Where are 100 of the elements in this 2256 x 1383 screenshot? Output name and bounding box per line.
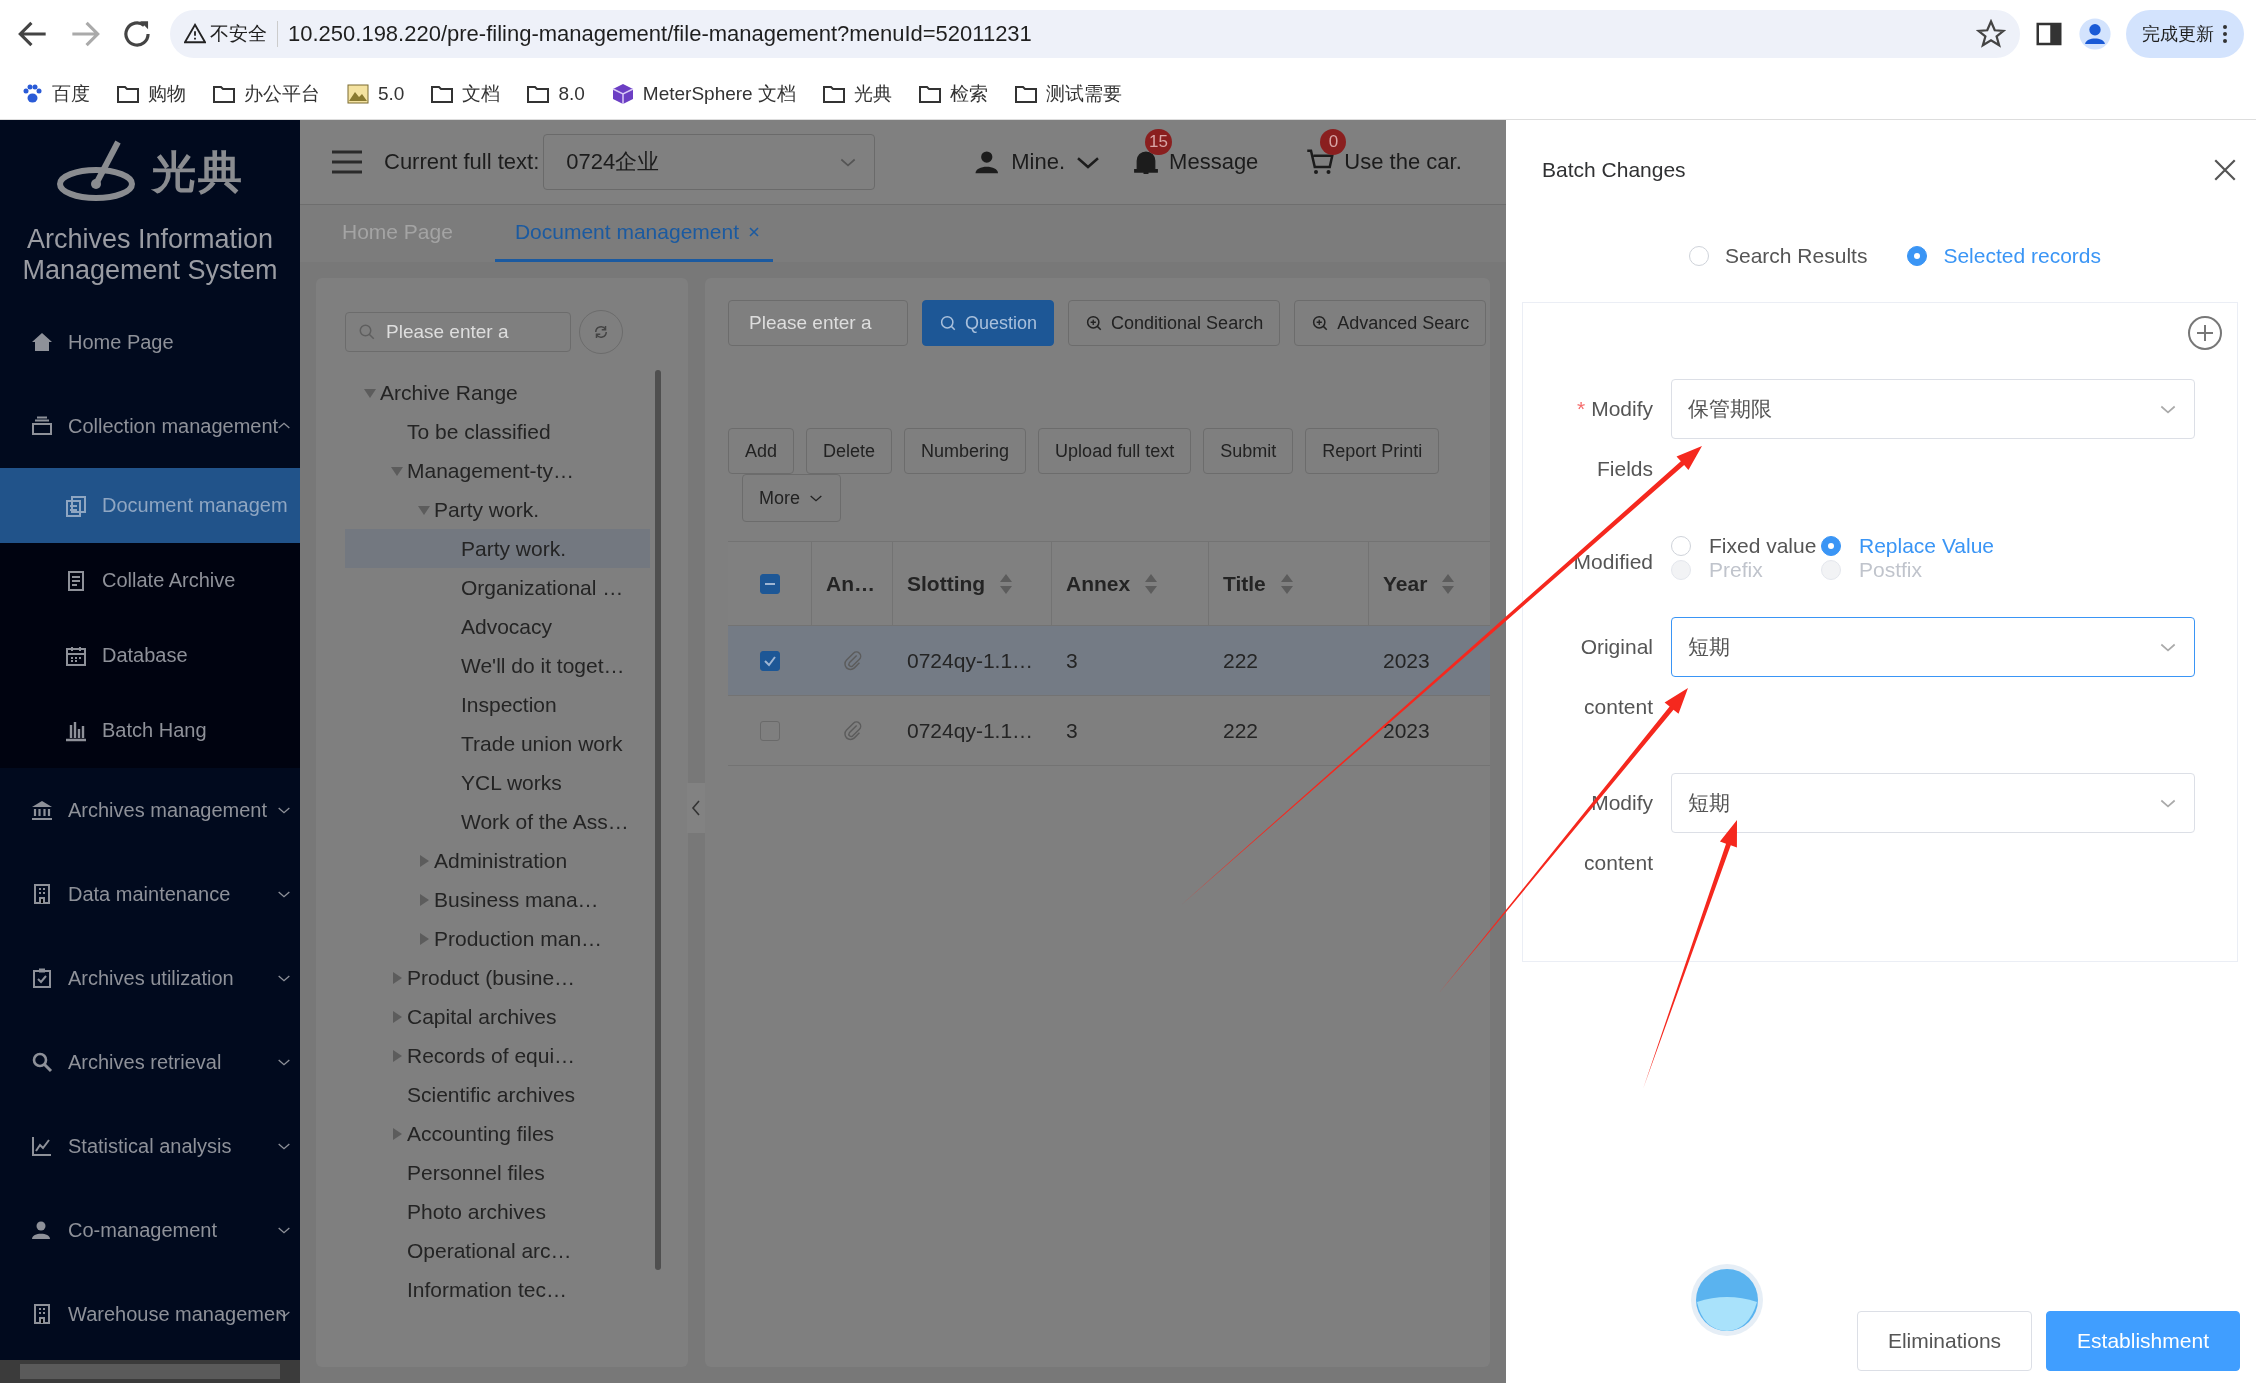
tree-item[interactable]: Business mana…	[345, 880, 650, 919]
scrollbar[interactable]	[655, 370, 661, 1270]
select-field[interactable]: 短期	[1671, 617, 2195, 677]
select-field[interactable]: 保管期限	[1671, 379, 2195, 439]
menu-item[interactable]: Data maintenance	[0, 852, 300, 936]
tree-item[interactable]: We'll do it toget…	[345, 646, 650, 685]
select-field[interactable]: 短期	[1671, 773, 2195, 833]
menu-item[interactable]: Archives retrieval	[0, 1020, 300, 1104]
menu-item[interactable]: Database	[0, 618, 300, 693]
menu-item[interactable]: Statistical analysis	[0, 1104, 300, 1188]
tree-item[interactable]: Party work.	[345, 490, 650, 529]
tree-item[interactable]: Management-ty…	[345, 451, 650, 490]
column-header[interactable]: An…	[826, 571, 875, 596]
floating-ball-icon[interactable]	[1689, 1262, 1765, 1338]
menu-item[interactable]: Collection management	[0, 384, 300, 468]
menu-item[interactable]: Archives management	[0, 768, 300, 852]
menu-item[interactable]: Archives utilization	[0, 936, 300, 1020]
option-radio[interactable]: Replace Value	[1821, 535, 2021, 557]
security-warning[interactable]: 不安全	[184, 21, 278, 47]
tree-item[interactable]: Trade union work	[345, 724, 650, 763]
menu-item[interactable]: Collate Archive	[0, 543, 300, 618]
tree-item[interactable]: Accounting files	[345, 1114, 650, 1153]
bookmark[interactable]: 8.0	[526, 82, 585, 105]
scope-radio[interactable]: Selected records	[1907, 244, 2101, 268]
tree-item[interactable]: Operational arc…	[345, 1231, 650, 1270]
tree-item[interactable]: Inspection	[345, 685, 650, 724]
row-checkbox[interactable]	[760, 650, 780, 671]
search-button[interactable]: Conditional Search	[1068, 300, 1281, 346]
search-field[interactable]: Please enter a	[728, 300, 908, 346]
profile-icon[interactable]	[2078, 17, 2112, 51]
action-button[interactable]: Submit	[1203, 428, 1294, 474]
menu-item[interactable]: Batch Hang	[0, 693, 300, 768]
action-button[interactable]: Report Printi	[1305, 428, 1440, 474]
bookmark[interactable]: 检索	[917, 80, 988, 107]
menu-item[interactable]: Document managem	[0, 468, 300, 543]
menu-item[interactable]: Co-management	[0, 1188, 300, 1272]
cancel-button[interactable]: Eliminations	[1856, 1311, 2033, 1371]
tree-item[interactable]: Scientific archives	[345, 1075, 650, 1114]
tree-item[interactable]: Organizational …	[345, 568, 650, 607]
confirm-button[interactable]: Establishment	[2046, 1311, 2240, 1371]
tree-item[interactable]: Capital archives	[345, 997, 650, 1036]
bookmark[interactable]: 光典	[821, 80, 892, 107]
bookmark[interactable]: 5.0	[346, 82, 405, 105]
tree-item[interactable]: Advocacy	[345, 607, 650, 646]
bookmark[interactable]: 购物	[116, 80, 186, 107]
scrollbar[interactable]	[0, 1360, 300, 1383]
add-icon[interactable]	[2187, 315, 2223, 351]
update-button[interactable]: 完成更新	[2126, 10, 2244, 58]
column-header[interactable]: Year	[1383, 571, 1428, 596]
bookmark[interactable]: 文档	[430, 80, 501, 107]
action-button[interactable]: Add	[728, 428, 795, 474]
bookmark[interactable]: 测试需要	[1013, 80, 1122, 107]
close-icon[interactable]	[2212, 157, 2238, 183]
bookmark[interactable]: MeterSphere 文档	[610, 80, 796, 107]
tree-item[interactable]: YCL works	[345, 763, 650, 802]
tree-item[interactable]: Archive Range	[345, 373, 650, 412]
column-header[interactable]: Slotting	[907, 571, 986, 596]
bookmark[interactable]: 百度	[20, 80, 90, 107]
more-button[interactable]: More	[742, 474, 841, 522]
user-menu[interactable]: Mine.	[1011, 149, 1066, 175]
tree-item[interactable]: Information tec…	[345, 1270, 650, 1309]
action-button[interactable]: Numbering	[904, 428, 1027, 474]
field-label: * Modify Fields	[1576, 396, 1653, 482]
full-text-select[interactable]: 0724企业	[543, 134, 876, 190]
cart-badge: 0	[1320, 129, 1347, 155]
tree-item[interactable]: Photo archives	[345, 1192, 650, 1231]
search-button[interactable]: Question	[922, 300, 1055, 346]
scope-radio[interactable]: Search Results	[1689, 244, 1868, 268]
search-input[interactable]: Please enter a	[749, 312, 887, 334]
menu-item[interactable]: Warehouse managemen	[0, 1272, 300, 1356]
tree-search-input[interactable]: Please enter a	[386, 321, 558, 343]
star-icon[interactable]	[1976, 19, 2006, 49]
tree-item[interactable]: Personnel files	[345, 1153, 650, 1192]
bookmark[interactable]: 办公平台	[212, 80, 320, 107]
search-button[interactable]: Advanced Searc	[1294, 300, 1487, 346]
paperclip-icon[interactable]	[841, 649, 864, 672]
refresh-button[interactable]	[579, 310, 623, 354]
table-row[interactable]: 0724qy-1.1… 3 222 2023	[728, 626, 1490, 696]
column-header[interactable]: Annex	[1066, 571, 1131, 596]
cart-icon[interactable]	[1306, 147, 1337, 177]
tree-item[interactable]: Party work.	[345, 529, 650, 568]
menu-item[interactable]: Home Page	[0, 300, 300, 384]
action-button[interactable]: Upload full text	[1038, 428, 1192, 474]
tree-search-field[interactable]: Please enter a	[345, 312, 571, 352]
tree-item[interactable]: Production man…	[345, 919, 650, 958]
action-button[interactable]: Delete	[806, 428, 893, 474]
tree-item[interactable]: Records of equi…	[345, 1036, 650, 1075]
tree-item[interactable]: Administration	[345, 841, 650, 880]
column-header[interactable]: Title	[1223, 571, 1266, 596]
option-radio[interactable]: Fixed value	[1671, 535, 1821, 557]
refresh-icon	[592, 323, 610, 341]
paperclip-icon[interactable]	[841, 719, 864, 742]
message-link[interactable]: Message	[1169, 149, 1259, 175]
cart-link[interactable]: Use the car.	[1344, 149, 1462, 175]
select-all-checkbox[interactable]	[759, 573, 780, 594]
tree-item[interactable]: Work of the Ass…	[345, 802, 650, 841]
tree-item[interactable]: Product (busine…	[345, 958, 650, 997]
tree-item[interactable]: To be classified	[345, 412, 650, 451]
caret-icon	[391, 1127, 403, 1140]
address-bar[interactable]: 不安全 10.250.198.220/pre-filing-management/file-management?menuId=52011231	[170, 10, 2020, 58]
